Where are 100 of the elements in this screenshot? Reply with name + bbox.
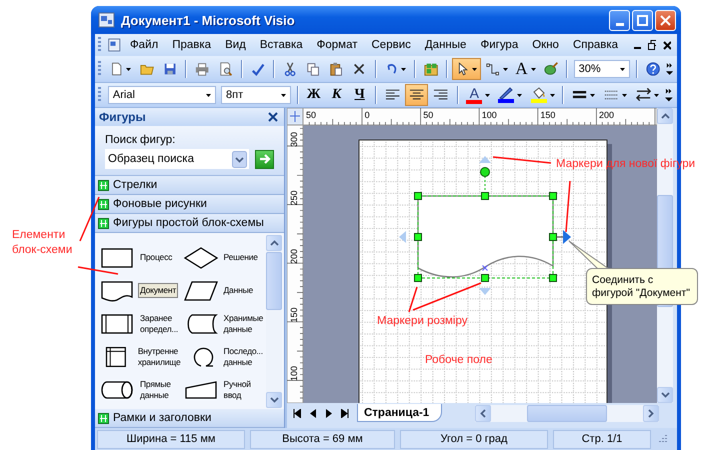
resize-grip-icon[interactable] bbox=[656, 433, 668, 445]
minimize-icon bbox=[616, 22, 624, 26]
resize-handle[interactable] bbox=[414, 274, 422, 282]
caret-icon bbox=[550, 94, 555, 96]
chevron-up-icon bbox=[270, 240, 278, 246]
scroll-left-button[interactable] bbox=[475, 404, 491, 422]
menu-item[interactable]: Правка bbox=[166, 39, 218, 51]
menu-item[interactable]: Файл bbox=[124, 39, 164, 51]
pointer-button[interactable] bbox=[452, 58, 482, 80]
menu-item[interactable]: Вид bbox=[219, 39, 252, 51]
copy-icon bbox=[306, 61, 320, 77]
menu-item[interactable]: Сервис bbox=[366, 39, 417, 51]
ruler-label: 200 bbox=[599, 110, 614, 120]
chevron-down-icon bbox=[660, 392, 670, 398]
scissors-icon bbox=[282, 61, 297, 77]
menu-item[interactable]: Формат bbox=[310, 39, 364, 51]
shape-master-label[interactable]: Хранимые данные bbox=[222, 310, 266, 336]
scroll-thumb[interactable] bbox=[527, 404, 607, 422]
scrollbar[interactable] bbox=[475, 404, 659, 422]
pen-icon bbox=[498, 87, 514, 99]
shape-master-label[interactable]: Последо... данные bbox=[222, 344, 265, 370]
text-button[interactable]: A bbox=[512, 58, 539, 80]
resize-handle[interactable] bbox=[481, 192, 489, 200]
close-button[interactable] bbox=[655, 10, 676, 30]
menu-item[interactable]: Вставка bbox=[254, 39, 309, 51]
panel-title: Фигуры bbox=[99, 110, 146, 124]
menu-item[interactable]: Справка bbox=[566, 39, 624, 51]
predefined-process-icon bbox=[99, 312, 135, 336]
app-icon bbox=[98, 12, 116, 28]
shape-master-label[interactable]: Ручной ввод bbox=[222, 376, 253, 402]
maximize-button[interactable] bbox=[632, 10, 653, 30]
document-icon bbox=[110, 61, 123, 77]
grip-handle[interactable] bbox=[98, 61, 101, 77]
shape-master-label[interactable]: Процесс bbox=[138, 250, 174, 265]
zoom-dropdown[interactable]: 30% bbox=[574, 60, 630, 78]
stencil-category[interactable]: Фигуры простой блок-схемы bbox=[95, 214, 284, 233]
grip-handle[interactable] bbox=[98, 37, 101, 53]
resize-handle[interactable] bbox=[549, 192, 557, 200]
restore-icon[interactable] bbox=[648, 40, 656, 50]
resize-handle[interactable] bbox=[414, 192, 422, 200]
close-icon[interactable] bbox=[663, 40, 672, 50]
caret-icon bbox=[620, 68, 625, 70]
search-button[interactable] bbox=[255, 150, 274, 168]
scroll-thumb[interactable] bbox=[266, 252, 282, 310]
menu-item[interactable]: Данные bbox=[418, 39, 472, 51]
italic-button[interactable]: К bbox=[326, 84, 348, 106]
caret-icon bbox=[126, 68, 131, 70]
chevron-left-icon bbox=[480, 408, 486, 418]
stencil-category[interactable]: Рамки и заголовки bbox=[95, 409, 284, 428]
connector-icon bbox=[486, 61, 500, 77]
stencil-category[interactable]: Фоновые рисунки bbox=[95, 195, 284, 214]
shape-master-label[interactable]: Прямые данные bbox=[138, 376, 173, 402]
menu-item[interactable]: Окно bbox=[526, 39, 565, 51]
clipboard-icon bbox=[329, 61, 344, 77]
first-page-icon bbox=[292, 408, 300, 418]
ruler-label: 250 bbox=[289, 190, 299, 206]
close-icon bbox=[660, 14, 671, 26]
document-icon[interactable] bbox=[106, 37, 122, 53]
paint-blob-icon bbox=[544, 61, 558, 77]
shape-master-label[interactable]: Данные bbox=[222, 283, 256, 298]
shape-master-label[interactable]: Заранее определ... bbox=[138, 310, 180, 336]
close-icon[interactable] bbox=[268, 112, 278, 122]
triangle-left-icon bbox=[310, 408, 316, 418]
stencil-category[interactable]: Стрелки bbox=[95, 176, 284, 195]
font-color-button[interactable]: A bbox=[462, 84, 494, 106]
rectangle-icon bbox=[99, 246, 135, 270]
underline-button[interactable]: Ч bbox=[348, 84, 371, 106]
checkmark-icon bbox=[250, 61, 265, 77]
grip-handle[interactable] bbox=[98, 87, 101, 103]
shape-master-label[interactable]: Документ bbox=[138, 283, 178, 298]
grid-icon bbox=[98, 218, 109, 228]
page-tab[interactable]: Страница-1 bbox=[357, 404, 442, 422]
bold-button[interactable]: Ж bbox=[302, 84, 325, 106]
scroll-down-button[interactable] bbox=[657, 387, 673, 403]
shape-master-label[interactable]: Внутренне хранилище bbox=[136, 344, 182, 370]
scroll-down-button[interactable] bbox=[266, 392, 282, 408]
tooltip-text: Соединить с фигурой "Документ" bbox=[592, 274, 690, 300]
resize-handle[interactable] bbox=[414, 233, 422, 241]
search-label: Поиск фигур: bbox=[105, 134, 176, 146]
toolbar-options-icon[interactable] bbox=[665, 87, 674, 103]
scroll-up-button[interactable] bbox=[266, 235, 282, 251]
ruler-label: 0 bbox=[364, 110, 370, 120]
font-dropdown[interactable]: Arial bbox=[108, 86, 216, 104]
align-center-button[interactable] bbox=[405, 84, 428, 106]
resize-handle[interactable] bbox=[549, 274, 557, 282]
toolbar-options-icon[interactable] bbox=[666, 61, 674, 77]
minimize-button[interactable] bbox=[609, 10, 630, 30]
menu-item[interactable]: Фигура bbox=[474, 39, 524, 51]
resize-handle[interactable] bbox=[549, 233, 557, 241]
caret-icon bbox=[485, 94, 490, 96]
scroll-up-button[interactable] bbox=[657, 108, 673, 124]
scroll-right-button[interactable] bbox=[643, 404, 659, 422]
shape-master-label[interactable]: Решение bbox=[222, 250, 260, 265]
search-field[interactable]: Образец поиска bbox=[105, 149, 249, 169]
connector-arrow-icon[interactable] bbox=[556, 230, 571, 244]
scrollbar[interactable] bbox=[266, 235, 282, 408]
resize-handle[interactable] bbox=[481, 274, 489, 282]
status-cell: Ширина = 115 мм bbox=[97, 430, 245, 448]
size-dropdown[interactable]: 8пт bbox=[221, 86, 291, 104]
chevron-down-icon bbox=[232, 150, 247, 168]
